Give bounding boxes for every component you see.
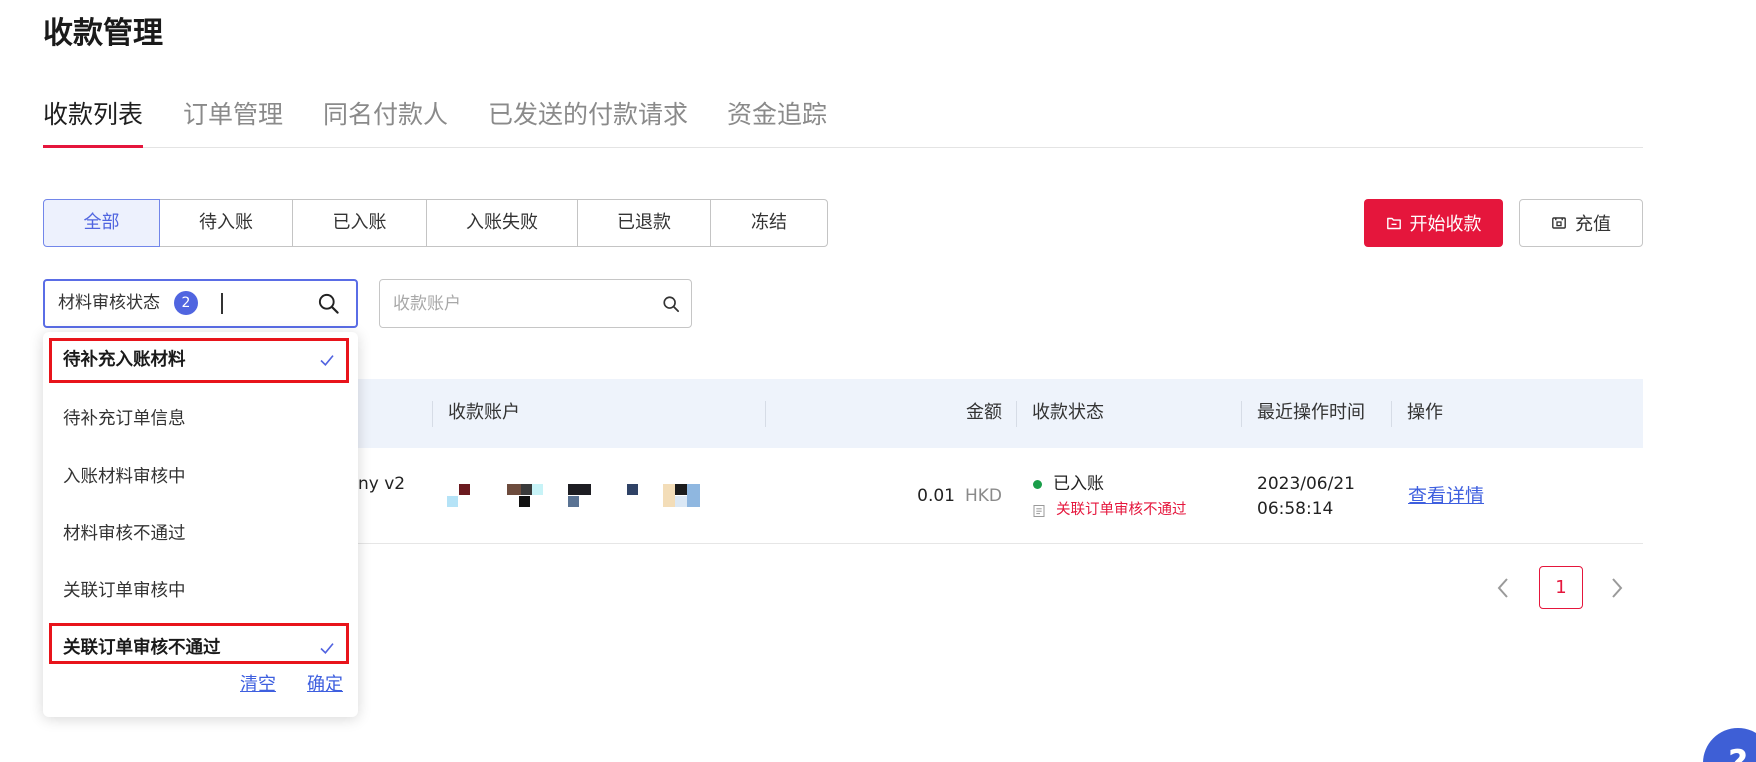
column-separator [765, 401, 766, 427]
mosaic-block [675, 484, 687, 495]
mosaic-block [459, 484, 470, 495]
tab-same-name-payer[interactable]: 同名付款人 [323, 97, 448, 133]
mosaic-block [532, 484, 543, 495]
highlight-box [49, 338, 349, 383]
payer-name: ny v2 [358, 474, 406, 494]
folder-icon [1386, 215, 1402, 231]
page-title: 收款管理 [43, 16, 163, 51]
filter-all[interactable]: 全部 [43, 199, 160, 247]
mosaic-block [687, 484, 700, 507]
updated-time: 06:58:14 [1257, 499, 1334, 519]
account-search-box[interactable] [379, 279, 692, 328]
mosaic-block [507, 484, 521, 495]
review-note: 关联订单审核不通过 [1056, 502, 1187, 518]
column-separator [1391, 401, 1392, 427]
filter-pending[interactable]: 待入账 [159, 199, 293, 247]
start-collection-label: 开始收款 [1409, 214, 1482, 235]
tab-order-management[interactable]: 订单管理 [183, 97, 283, 133]
highlight-box [49, 623, 349, 664]
dropdown-option-label: 材料审核不通过 [63, 524, 186, 544]
mosaic-block [568, 496, 579, 507]
dropdown-option[interactable]: 入账材料审核中 [43, 457, 358, 497]
text-cursor [221, 293, 223, 314]
material-status-label: 材料审核状态 [58, 293, 160, 313]
currency: HKD [964, 486, 1002, 506]
tab-divider [43, 147, 1643, 148]
document-icon [1032, 503, 1046, 517]
mosaic-block [675, 496, 687, 507]
mosaic-block [663, 484, 675, 507]
tab-receipts-list[interactable]: 收款列表 [43, 97, 143, 133]
chevron-right-icon[interactable] [1611, 577, 1623, 599]
dropdown-option-label: 待补充订单信息 [63, 409, 186, 429]
mosaic-block [519, 496, 530, 507]
dropdown-option[interactable]: 待补充订单信息 [43, 399, 358, 439]
filter-credited[interactable]: 已入账 [292, 199, 427, 247]
help-button-clip: ? [1703, 728, 1756, 762]
tab-fund-tracking[interactable]: 资金追踪 [727, 97, 827, 133]
dropdown-option[interactable]: 材料审核不通过 [43, 514, 358, 554]
page-number-current[interactable]: 1 [1539, 566, 1583, 609]
recharge-button[interactable]: 充值 [1519, 199, 1643, 247]
status-text: 已入账 [1053, 474, 1104, 494]
clear-button[interactable]: 清空 [240, 673, 276, 697]
filter-refunded[interactable]: 已退款 [577, 199, 711, 247]
dropdown-option[interactable]: 关联订单审核中 [43, 571, 358, 611]
filter-failed[interactable]: 入账失败 [426, 199, 578, 247]
tab-sent-payment-requests[interactable]: 已发送的付款请求 [488, 97, 688, 133]
account-search-input[interactable] [393, 280, 643, 327]
dropdown-option-label: 关联订单审核中 [63, 581, 186, 601]
status-dot [1033, 480, 1042, 489]
column-separator [432, 401, 433, 427]
column-header-amount: 金额 [966, 402, 1002, 423]
selected-count-badge: 2 [174, 291, 198, 315]
start-collection-button[interactable]: 开始收款 [1364, 199, 1503, 247]
updated-date: 2023/06/21 [1257, 474, 1355, 494]
help-button[interactable]: ? [1703, 728, 1756, 762]
chevron-left-icon[interactable] [1497, 577, 1509, 599]
column-header-updated: 最近操作时间 [1257, 402, 1365, 423]
view-details-link[interactable]: 查看详情 [1408, 484, 1484, 508]
active-tab-indicator [43, 145, 143, 148]
mosaic-block [627, 484, 638, 495]
material-status-filter[interactable]: 材料审核状态 2 [43, 279, 358, 328]
column-header-account: 收款账户 [448, 402, 520, 423]
recharge-label: 充值 [1575, 214, 1611, 235]
recharge-icon [1551, 215, 1567, 231]
dropdown-option-label: 入账材料审核中 [63, 467, 186, 487]
column-separator [1016, 401, 1017, 427]
confirm-button[interactable]: 确定 [307, 673, 343, 697]
column-header-action: 操作 [1407, 402, 1443, 423]
amount-value: 0.01 [917, 486, 955, 506]
column-header-status: 收款状态 [1032, 402, 1104, 423]
mosaic-block [521, 484, 532, 495]
column-separator [1241, 401, 1242, 427]
search-icon[interactable] [317, 292, 340, 315]
mosaic-block [568, 484, 591, 495]
filter-frozen[interactable]: 冻结 [710, 199, 828, 247]
mosaic-block [447, 496, 458, 507]
search-icon[interactable] [662, 295, 680, 313]
